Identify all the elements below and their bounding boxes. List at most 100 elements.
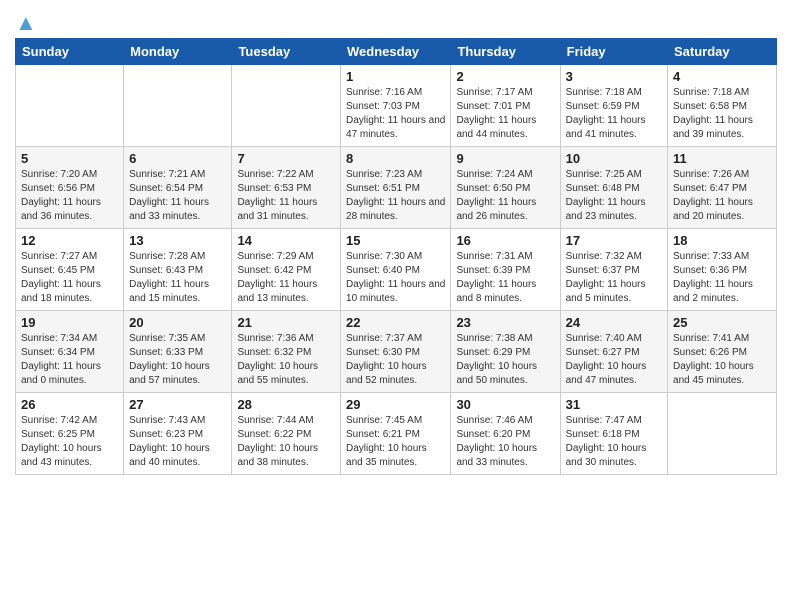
day-cell [232,65,341,147]
day-number: 8 [346,151,445,166]
day-info: Sunrise: 7:43 AMSunset: 6:23 PMDaylight:… [129,414,226,470]
day-cell: 23 Sunrise: 7:38 AMSunset: 6:29 PMDayligh… [451,311,560,393]
day-number: 27 [129,397,226,412]
day-cell: 7 Sunrise: 7:22 AMSunset: 6:53 PMDaylight… [232,147,341,229]
day-info: Sunrise: 7:36 AMSunset: 6:32 PMDaylight:… [237,332,335,388]
day-info: Sunrise: 7:33 AMSunset: 6:36 PMDaylight:… [673,250,771,306]
day-number: 29 [346,397,445,412]
day-cell: 19 Sunrise: 7:34 AMSunset: 6:34 PMDayligh… [16,311,124,393]
day-cell: 15 Sunrise: 7:30 AMSunset: 6:40 PMDayligh… [341,229,451,311]
day-info: Sunrise: 7:25 AMSunset: 6:48 PMDaylight:… [566,168,662,224]
day-number: 5 [21,151,118,166]
day-info: Sunrise: 7:38 AMSunset: 6:29 PMDaylight:… [456,332,554,388]
day-number: 3 [566,69,662,84]
day-cell [124,65,232,147]
col-header-thursday: Thursday [451,39,560,65]
day-info: Sunrise: 7:37 AMSunset: 6:30 PMDaylight:… [346,332,445,388]
day-cell: 4 Sunrise: 7:18 AMSunset: 6:58 PMDaylight… [668,65,777,147]
page: ▲ SundayMondayTuesdayWednesdayThursdayFr… [0,0,792,612]
calendar-table: SundayMondayTuesdayWednesdayThursdayFrid… [15,38,777,475]
day-cell [668,393,777,475]
day-cell: 3 Sunrise: 7:18 AMSunset: 6:59 PMDaylight… [560,65,667,147]
day-info: Sunrise: 7:30 AMSunset: 6:40 PMDaylight:… [346,250,445,306]
day-number: 10 [566,151,662,166]
day-cell: 12Sunrise: 7:27 AMSunset: 6:45 PMDayligh… [16,229,124,311]
col-header-monday: Monday [124,39,232,65]
week-row-0: 1 Sunrise: 7:16 AMSunset: 7:03 PMDaylight… [16,65,777,147]
day-cell [16,65,124,147]
day-info: Sunrise: 7:18 AMSunset: 6:59 PMDaylight:… [566,86,662,142]
day-number: 26 [21,397,118,412]
day-number: 1 [346,69,445,84]
day-cell: 27 Sunrise: 7:43 AMSunset: 6:23 PMDayligh… [124,393,232,475]
day-number: 20 [129,315,226,330]
logo-text: ▲ [15,10,37,36]
day-info: Sunrise: 7:44 AMSunset: 6:22 PMDaylight:… [237,414,335,470]
day-number: 19 [21,315,118,330]
day-info: Sunrise: 7:24 AMSunset: 6:50 PMDaylight:… [456,168,554,224]
day-info: Sunrise: 7:17 AMSunset: 7:01 PMDaylight:… [456,86,554,142]
day-cell: 29 Sunrise: 7:45 AMSunset: 6:21 PMDayligh… [341,393,451,475]
day-number: 9 [456,151,554,166]
day-info: Sunrise: 7:46 AMSunset: 6:20 PMDaylight:… [456,414,554,470]
day-cell: 20 Sunrise: 7:35 AMSunset: 6:33 PMDayligh… [124,311,232,393]
day-cell: 17 Sunrise: 7:32 AMSunset: 6:37 PMDayligh… [560,229,667,311]
day-cell: 2 Sunrise: 7:17 AMSunset: 7:01 PMDaylight… [451,65,560,147]
day-info: Sunrise: 7:18 AMSunset: 6:58 PMDaylight:… [673,86,771,142]
day-info: Sunrise: 7:26 AMSunset: 6:47 PMDaylight:… [673,168,771,224]
day-info: Sunrise: 7:42 AMSunset: 6:25 PMDaylight:… [21,414,118,470]
day-number: 15 [346,233,445,248]
day-number: 6 [129,151,226,166]
day-info: Sunrise: 7:29 AMSunset: 6:42 PMDaylight:… [237,250,335,306]
day-cell: 8 Sunrise: 7:23 AMSunset: 6:51 PMDaylight… [341,147,451,229]
day-cell: 16Sunrise: 7:31 AMSunset: 6:39 PMDayligh… [451,229,560,311]
week-row-1: 5 Sunrise: 7:20 AMSunset: 6:56 PMDaylight… [16,147,777,229]
day-number: 17 [566,233,662,248]
day-number: 24 [566,315,662,330]
day-cell: 18 Sunrise: 7:33 AMSunset: 6:36 PMDayligh… [668,229,777,311]
day-number: 7 [237,151,335,166]
day-number: 31 [566,397,662,412]
day-info: Sunrise: 7:32 AMSunset: 6:37 PMDaylight:… [566,250,662,306]
day-info: Sunrise: 7:41 AMSunset: 6:26 PMDaylight:… [673,332,771,388]
day-cell: 31Sunrise: 7:47 AMSunset: 6:18 PMDayligh… [560,393,667,475]
day-info: Sunrise: 7:22 AMSunset: 6:53 PMDaylight:… [237,168,335,224]
day-cell: 21Sunrise: 7:36 AMSunset: 6:32 PMDayligh… [232,311,341,393]
day-info: Sunrise: 7:35 AMSunset: 6:33 PMDaylight:… [129,332,226,388]
day-info: Sunrise: 7:23 AMSunset: 6:51 PMDaylight:… [346,168,445,224]
day-cell: 26 Sunrise: 7:42 AMSunset: 6:25 PMDayligh… [16,393,124,475]
day-cell: 5 Sunrise: 7:20 AMSunset: 6:56 PMDaylight… [16,147,124,229]
day-number: 30 [456,397,554,412]
day-number: 13 [129,233,226,248]
day-info: Sunrise: 7:28 AMSunset: 6:43 PMDaylight:… [129,250,226,306]
day-cell: 6 Sunrise: 7:21 AMSunset: 6:54 PMDaylight… [124,147,232,229]
day-number: 18 [673,233,771,248]
day-info: Sunrise: 7:31 AMSunset: 6:39 PMDaylight:… [456,250,554,306]
day-info: Sunrise: 7:27 AMSunset: 6:45 PMDaylight:… [21,250,118,306]
day-info: Sunrise: 7:34 AMSunset: 6:34 PMDaylight:… [21,332,118,388]
week-row-2: 12Sunrise: 7:27 AMSunset: 6:45 PMDayligh… [16,229,777,311]
col-header-wednesday: Wednesday [341,39,451,65]
col-header-tuesday: Tuesday [232,39,341,65]
day-cell: 22 Sunrise: 7:37 AMSunset: 6:30 PMDayligh… [341,311,451,393]
day-number: 11 [673,151,771,166]
day-number: 4 [673,69,771,84]
day-cell: 25Sunrise: 7:41 AMSunset: 6:26 PMDayligh… [668,311,777,393]
day-info: Sunrise: 7:45 AMSunset: 6:21 PMDaylight:… [346,414,445,470]
day-number: 2 [456,69,554,84]
day-info: Sunrise: 7:20 AMSunset: 6:56 PMDaylight:… [21,168,118,224]
day-info: Sunrise: 7:40 AMSunset: 6:27 PMDaylight:… [566,332,662,388]
day-number: 23 [456,315,554,330]
day-cell: 14Sunrise: 7:29 AMSunset: 6:42 PMDayligh… [232,229,341,311]
day-cell: 9 Sunrise: 7:24 AMSunset: 6:50 PMDaylight… [451,147,560,229]
day-number: 22 [346,315,445,330]
logo: ▲ [15,10,37,30]
day-cell: 30 Sunrise: 7:46 AMSunset: 6:20 PMDayligh… [451,393,560,475]
week-row-3: 19 Sunrise: 7:34 AMSunset: 6:34 PMDayligh… [16,311,777,393]
day-info: Sunrise: 7:21 AMSunset: 6:54 PMDaylight:… [129,168,226,224]
day-info: Sunrise: 7:16 AMSunset: 7:03 PMDaylight:… [346,86,445,142]
col-header-friday: Friday [560,39,667,65]
day-cell: 11 Sunrise: 7:26 AMSunset: 6:47 PMDayligh… [668,147,777,229]
day-cell: 24 Sunrise: 7:40 AMSunset: 6:27 PMDayligh… [560,311,667,393]
day-cell: 13 Sunrise: 7:28 AMSunset: 6:43 PMDayligh… [124,229,232,311]
